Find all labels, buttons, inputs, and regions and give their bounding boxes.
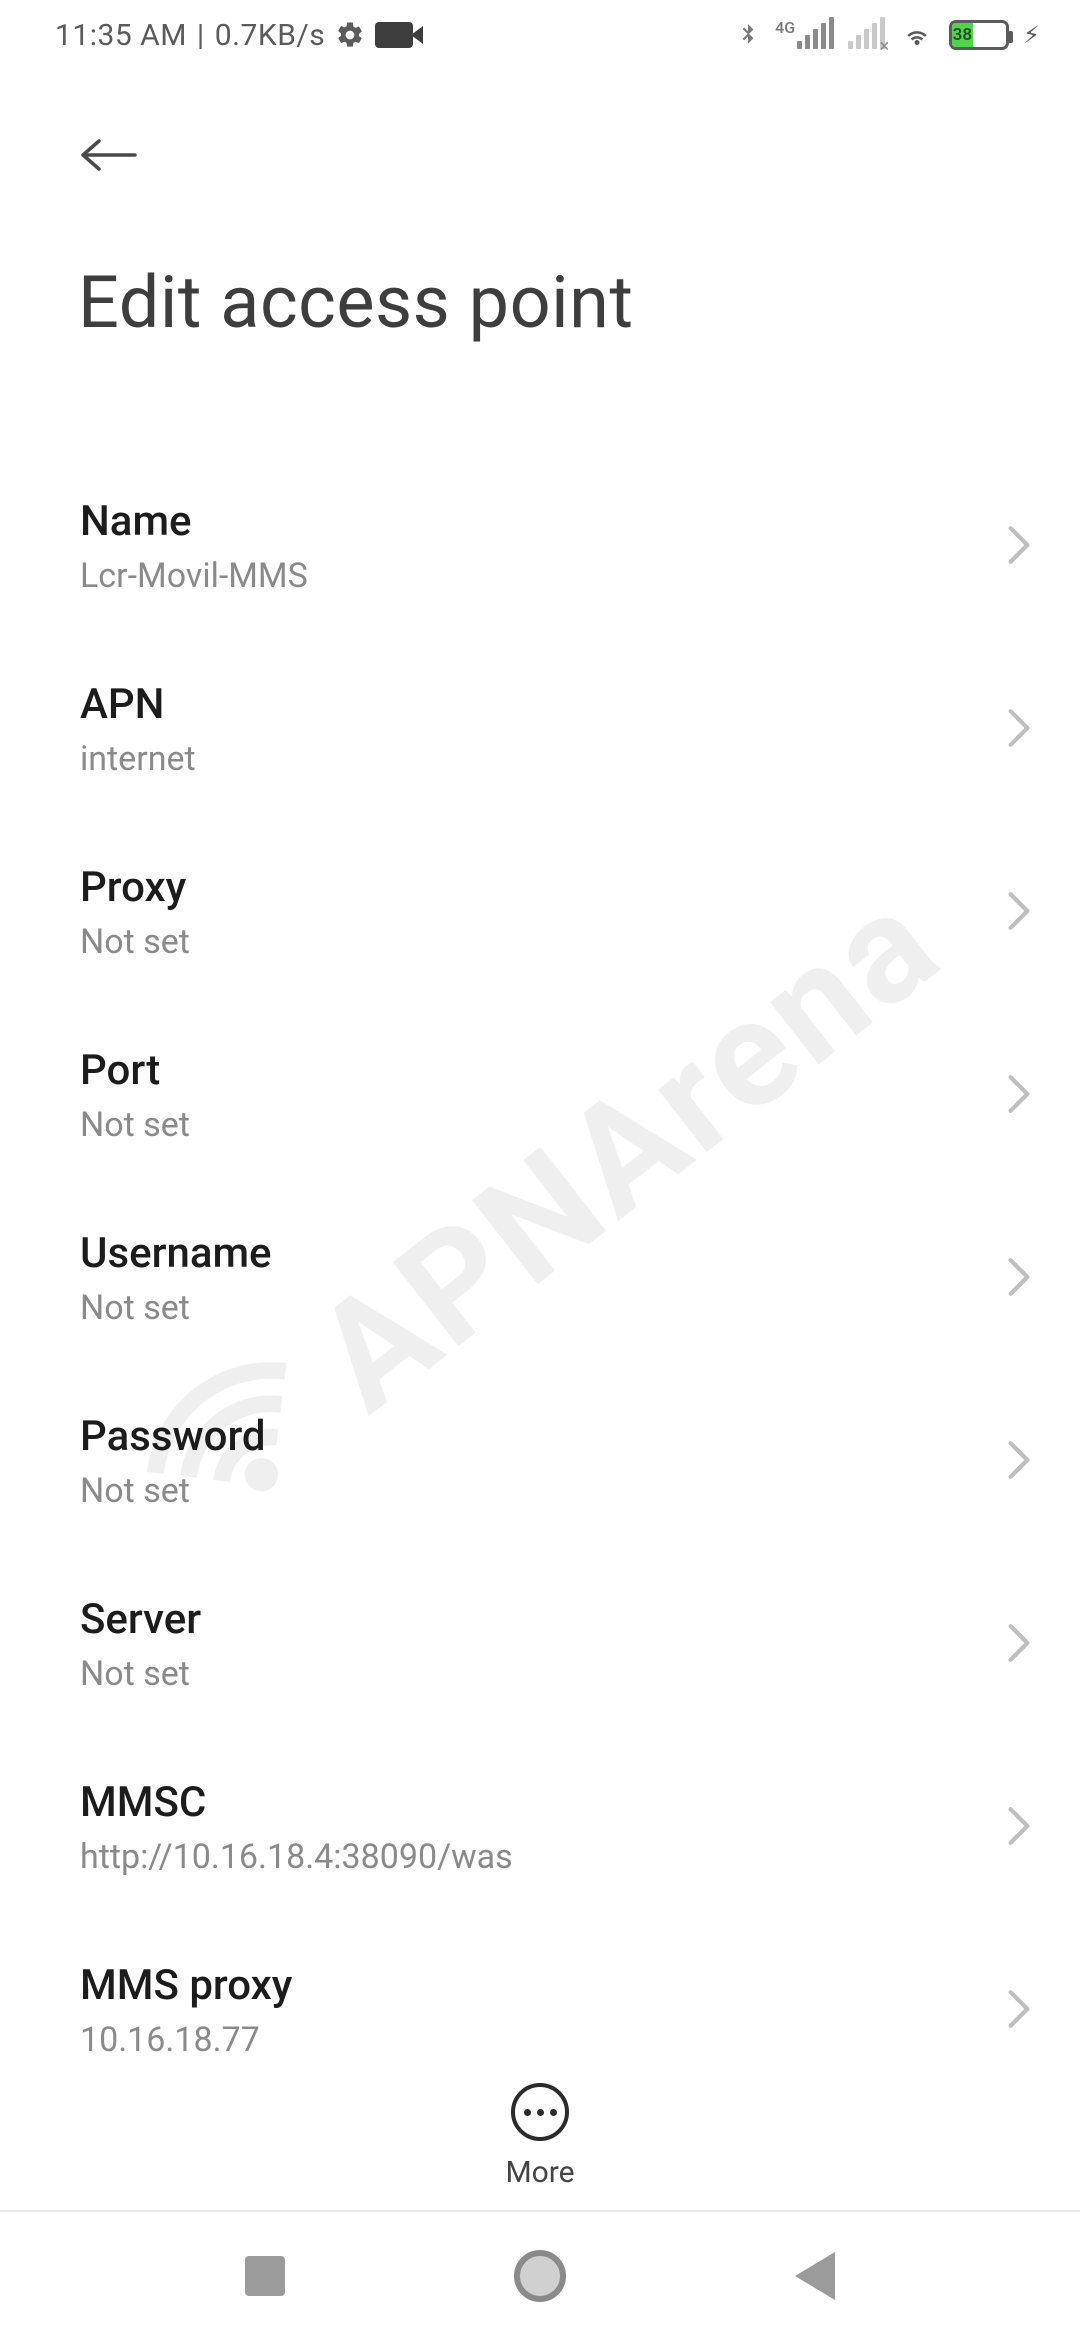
row-server[interactable]: Server Not set	[80, 1553, 1032, 1736]
nav-back-button[interactable]	[795, 2252, 835, 2300]
row-label: MMSC	[80, 1778, 513, 1827]
status-net-speed: 0.7KB/s	[215, 18, 326, 53]
chevron-right-icon	[1006, 1622, 1032, 1668]
camera-icon	[375, 22, 413, 48]
battery-pct: 38	[953, 25, 972, 45]
row-label: Username	[80, 1229, 272, 1278]
row-port[interactable]: Port Not set	[80, 1004, 1032, 1187]
row-mmsproxy[interactable]: MMS proxy 10.16.18.77	[80, 1919, 1032, 2102]
row-label: MMS proxy	[80, 1961, 292, 2010]
signal-sim2-icon	[848, 21, 885, 49]
row-name[interactable]: Name Lcr-Movil-MMS	[80, 455, 1032, 638]
row-proxy[interactable]: Proxy Not set	[80, 821, 1032, 1004]
bluetooth-icon	[735, 18, 761, 52]
signal-sim1-icon	[797, 21, 834, 49]
chevron-right-icon	[1006, 707, 1032, 753]
row-label: Server	[80, 1595, 201, 1644]
chevron-right-icon	[1006, 524, 1032, 570]
chevron-right-icon	[1006, 1073, 1032, 1119]
row-label: Proxy	[80, 863, 190, 912]
chevron-right-icon	[1006, 1805, 1032, 1851]
bottom-action-bar: More	[0, 2083, 1080, 2190]
status-time: 11:35 AM	[55, 18, 187, 53]
row-label: Name	[80, 497, 308, 546]
row-value: Not set	[80, 922, 190, 962]
nav-home-button[interactable]	[514, 2250, 566, 2302]
row-label: Password	[80, 1412, 266, 1461]
row-value: Not set	[80, 1288, 272, 1328]
system-nav-bar	[0, 2210, 1080, 2340]
row-value: http://10.16.18.4:38090/was	[80, 1837, 513, 1877]
chevron-right-icon	[1006, 890, 1032, 936]
row-value: Lcr-Movil-MMS	[80, 556, 308, 596]
row-value: Not set	[80, 1654, 201, 1694]
row-password[interactable]: Password Not set	[80, 1370, 1032, 1553]
wifi-icon	[899, 20, 935, 50]
charging-icon: ⚡︎	[1023, 21, 1040, 49]
battery-icon: 38	[949, 20, 1009, 50]
back-button[interactable]	[78, 120, 148, 190]
row-value: Not set	[80, 1471, 266, 1511]
row-username[interactable]: Username Not set	[80, 1187, 1032, 1370]
chevron-right-icon	[1006, 1256, 1032, 1302]
settings-list: Name Lcr-Movil-MMS APN internet Proxy No…	[0, 455, 1080, 2215]
page-title: Edit access point	[78, 260, 1025, 345]
gear-icon	[335, 20, 365, 50]
chevron-right-icon	[1006, 1988, 1032, 2034]
row-value: internet	[80, 739, 196, 779]
row-label: Port	[80, 1046, 190, 1095]
row-label: APN	[80, 680, 196, 729]
nav-recent-button[interactable]	[245, 2256, 285, 2296]
more-label: More	[505, 2155, 574, 2190]
row-mmsc[interactable]: MMSC http://10.16.18.4:38090/was	[80, 1736, 1032, 1919]
status-bar: 11:35 AM | 0.7KB/s 4G 38 ⚡︎	[0, 0, 1080, 70]
network-badge: 4G	[775, 18, 795, 37]
row-value: 10.16.18.77	[80, 2020, 292, 2060]
chevron-right-icon	[1006, 1439, 1032, 1485]
row-apn[interactable]: APN internet	[80, 638, 1032, 821]
more-button[interactable]	[511, 2083, 569, 2141]
row-value: Not set	[80, 1105, 190, 1145]
